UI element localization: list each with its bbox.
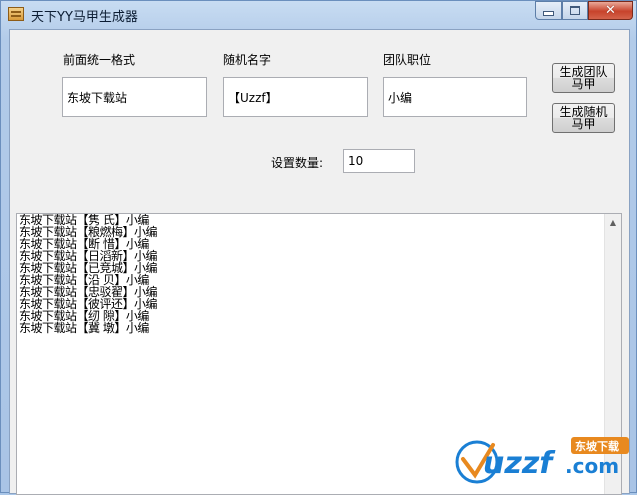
close-icon: ✕ [605, 3, 616, 18]
role-input[interactable]: 小编 [383, 77, 527, 117]
maximize-button[interactable] [562, 1, 588, 20]
title-bar[interactable]: 天下YY马甲生成器 ✕ [1, 1, 636, 29]
watermark-brand: uzzf [483, 446, 556, 481]
output-lines: 东坡下载站【隽 氏】小编 东坡下载站【粮燃梅】小编 东坡下载站【断 惜】小编 东坡下载… [19, 214, 604, 334]
generate-team-button[interactable]: 生成团队 马甲 [552, 63, 615, 93]
prefix-label: 前面统一格式 [63, 53, 136, 67]
role-label: 团队职位 [383, 53, 432, 67]
minimize-icon [543, 11, 554, 16]
client-area: 前面统一格式 东坡下载站 随机名字 【Uzzf】 团队职位 小编 生成团队 马甲… [9, 29, 630, 495]
watermark-tag: 东坡下载 [575, 439, 619, 453]
prefix-input[interactable]: 东坡下载站 [62, 77, 207, 117]
watermark-domain: .com [565, 454, 619, 478]
random-name-input[interactable]: 【Uzzf】 [223, 77, 368, 117]
random-name-label: 随机名字 [223, 53, 272, 67]
generate-random-button[interactable]: 生成随机 马甲 [552, 103, 615, 133]
app-window: 天下YY马甲生成器 ✕ 前面统一格式 东坡下载站 随机名字 【Uzzf】 团队职… [0, 0, 637, 495]
app-icon [8, 7, 24, 21]
count-label: 设置数量: [271, 156, 324, 170]
maximize-icon [570, 6, 580, 15]
window-title: 天下YY马甲生成器 [31, 10, 138, 25]
close-button[interactable]: ✕ [588, 1, 633, 20]
output-line: 东坡下载站【冀 墩】小编 [19, 321, 149, 335]
uzzf-watermark-logo: uzzf .com 东坡下载 [455, 437, 629, 484]
scroll-up-arrow-icon[interactable]: ▲ [605, 214, 621, 231]
minimize-button[interactable] [535, 1, 562, 20]
count-input[interactable]: 10 [343, 149, 415, 173]
